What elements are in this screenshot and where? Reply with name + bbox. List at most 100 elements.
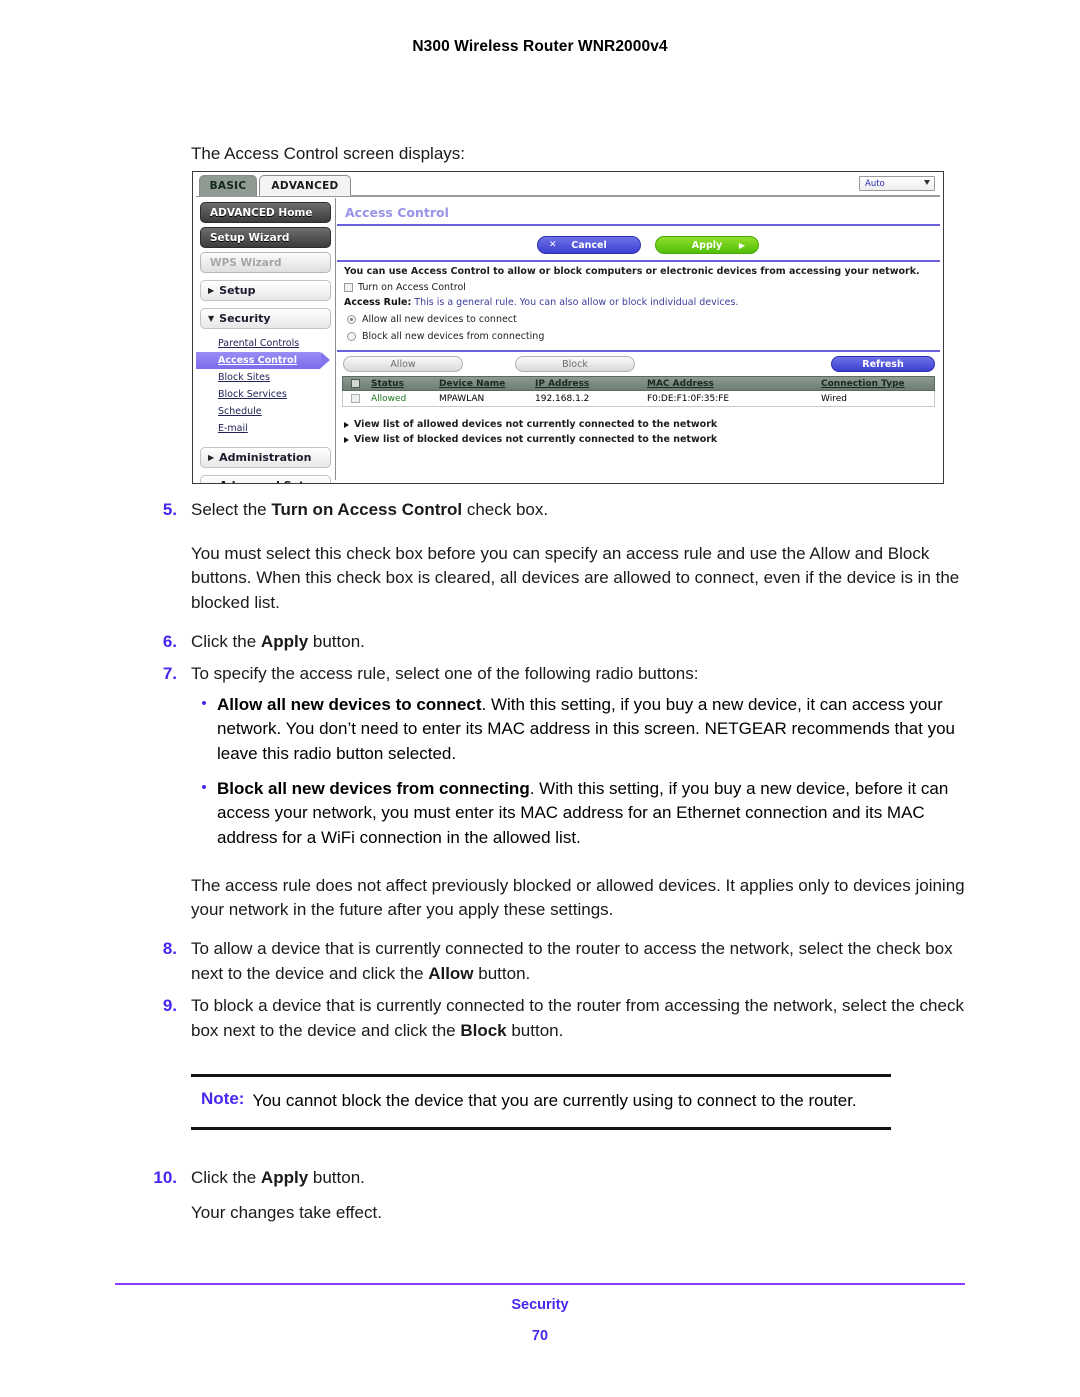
footer-section-title: Security [511,1297,569,1313]
note-callout: Note: You cannot block the device that y… [191,1073,891,1131]
view-allowed-devices-link[interactable]: View list of allowed devices not current… [344,419,717,430]
step-8-bold: Allow [428,963,474,983]
chevron-right-icon: ▶ [208,453,215,462]
row-select-checkbox[interactable] [350,394,360,403]
footer-page-number: 70 [531,1328,549,1344]
select-all-checkbox[interactable] [350,379,360,388]
sidebar-item-schedule[interactable]: Schedule [196,403,335,420]
column-header-ip-address[interactable]: IP Address [535,379,647,389]
step-6-number: 6. [162,631,177,651]
sidebar-accordion-administration[interactable]: ▶ Administration [200,447,331,468]
table-row[interactable]: Allowed MPAWLAN 192.168.1.2 F0:DE:F1:0F:… [342,391,935,407]
allow-button-label: Allow [390,358,416,370]
sidebar-security-submenu: Parental Controls Access Control Block S… [196,335,335,437]
radio-allow-all-label: Allow all new devices to connect [362,314,517,325]
step-8-pre: To allow a device that is currently conn… [191,938,953,983]
apply-button[interactable]: Apply ▶ [655,236,759,254]
bullet-dot-icon: • [201,778,207,796]
refresh-button[interactable]: Refresh [831,356,935,372]
radio-allow-all-row[interactable]: Allow all new devices to connect [347,314,517,325]
cancel-button[interactable]: ✕ Cancel [537,236,641,254]
sidebar-item-advanced-home-label: ADVANCED Home [210,206,313,219]
step-9-text: To block a device that is currently conn… [191,994,967,1043]
sidebar-item-setup-wizard-label: Setup Wizard [210,231,290,244]
bullet-dot-icon: • [201,694,207,712]
column-header-device-name[interactable]: Device Name [439,379,535,389]
chevron-down-icon [924,180,930,185]
sidebar-item-advanced-home[interactable]: ADVANCED Home [200,202,331,223]
paragraph-access-rule-note: The access rule does not affect previous… [191,875,965,920]
panel-description: You can use Access Control to allow or b… [344,266,920,277]
allow-button[interactable]: Allow [343,356,463,372]
cell-connection-type: Wired [821,393,847,404]
step-10-post: button. [308,1168,365,1188]
sidebar-item-setup-wizard[interactable]: Setup Wizard [200,227,331,248]
chevron-right-icon: ▶ [738,240,745,250]
tab-advanced-label: ADVANCED [271,179,339,192]
sidebar-item-access-control[interactable]: Access Control [196,352,330,369]
sidebar-accordion-setup[interactable]: ▶ Setup [200,280,331,301]
step-10-text: Click the Apply button. [191,1166,967,1191]
column-header-status[interactable]: Status [367,379,439,389]
radio-block-all-new-devices[interactable] [347,332,356,341]
page-running-header: N300 Wireless Router WNR2000v4 [412,38,668,55]
paragraph-final: Your changes take effect. [191,1202,382,1222]
turn-on-access-control-row[interactable]: Turn on Access Control [344,282,466,293]
column-header-mac-address[interactable]: MAC Address [647,379,821,389]
note-text: You cannot block the device that you are… [252,1090,857,1110]
sidebar-item-access-control-label: Access Control [218,355,297,366]
radio-block-all-row[interactable]: Block all new devices from connecting [347,331,544,342]
select-all-checkbox-cell[interactable] [343,379,367,388]
cancel-button-label: Cancel [571,239,607,251]
divider-above-table [337,350,940,352]
step-5-text: Select the Turn on Access Control check … [191,498,967,523]
sidebar-accordion-advanced-setup-label: Advanced Setup [219,479,320,483]
turn-on-access-control-label: Turn on Access Control [358,282,466,293]
chevron-right-icon [344,436,349,443]
row-checkbox-cell[interactable] [343,394,367,403]
sidebar-item-block-sites[interactable]: Block Sites [196,369,335,386]
chevron-down-icon: ▼ [208,314,215,323]
sidebar-accordion-advanced-setup[interactable]: ▶ Advanced Setup [200,475,331,483]
sidebar-accordion-security[interactable]: ▼ Security [200,308,331,329]
block-button[interactable]: Block [515,356,635,372]
cell-ip-address: 192.168.1.2 [535,393,590,404]
chevron-right-icon: ▶ [208,481,214,483]
sidebar-item-email-label: E-mail [218,423,248,434]
view-blocked-devices-link[interactable]: View list of blocked devices not current… [344,434,717,445]
step-6: 6. Click the Apply button. [115,630,967,655]
sidebar-accordion-setup-label: Setup [219,284,256,297]
step-9-pre: To block a device that is currently conn… [191,996,964,1040]
step-9-post: button. [506,1020,564,1040]
turn-on-access-control-checkbox[interactable] [344,283,353,292]
note-bottom-rule [191,1127,891,1131]
bullet-block-text: Block all new devices from connecting. W… [217,777,967,851]
bullet-block-bold: Block all new devices from connecting [217,778,530,798]
radio-allow-all-new-devices[interactable] [347,315,356,324]
paragraph-after-step-5: You must select this check box before yo… [191,543,960,612]
sidebar-item-block-services[interactable]: Block Services [196,386,335,403]
step-10: 10. Click the Apply button. [115,1166,967,1191]
view-blocked-devices-label: View list of blocked devices not current… [354,434,718,445]
bullet-block-all-new-devices: • Block all new devices from connecting.… [191,777,967,851]
cell-mac-address: F0:DE:F1:0F:35:FE [647,393,730,404]
step-9-number: 9. [162,996,177,1016]
cell-status: Allowed [371,393,407,404]
page-title: Access Control [345,205,449,220]
sidebar-item-wps-wizard[interactable]: WPS Wizard [200,252,331,273]
sidebar-item-schedule-label: Schedule [218,406,262,417]
step-10-bold: Apply [260,1168,309,1188]
bullet-allow-bold: Allow all new devices to connect [217,694,482,714]
step-8-post: button. [473,963,531,983]
column-header-connection-type[interactable]: Connection Type [821,379,934,389]
bullet-allow-all-new-devices: • Allow all new devices to connect. With… [191,693,967,767]
chevron-right-icon: ▶ [208,286,215,295]
sidebar: ADVANCED Home Setup Wizard WPS Wizard ▶ … [196,198,336,483]
sidebar-item-email[interactable]: E-mail [196,420,335,437]
lead-text: The Access Control screen displays: [191,144,466,163]
step-10-pre: Click the [191,1168,261,1188]
sidebar-item-parental-controls[interactable]: Parental Controls [196,335,335,352]
tab-advanced[interactable]: ADVANCED [259,175,351,196]
main-panel: Access Control ✕ Cancel Apply ▶ You can … [337,198,940,480]
sidebar-item-block-sites-label: Block Sites [218,372,270,383]
